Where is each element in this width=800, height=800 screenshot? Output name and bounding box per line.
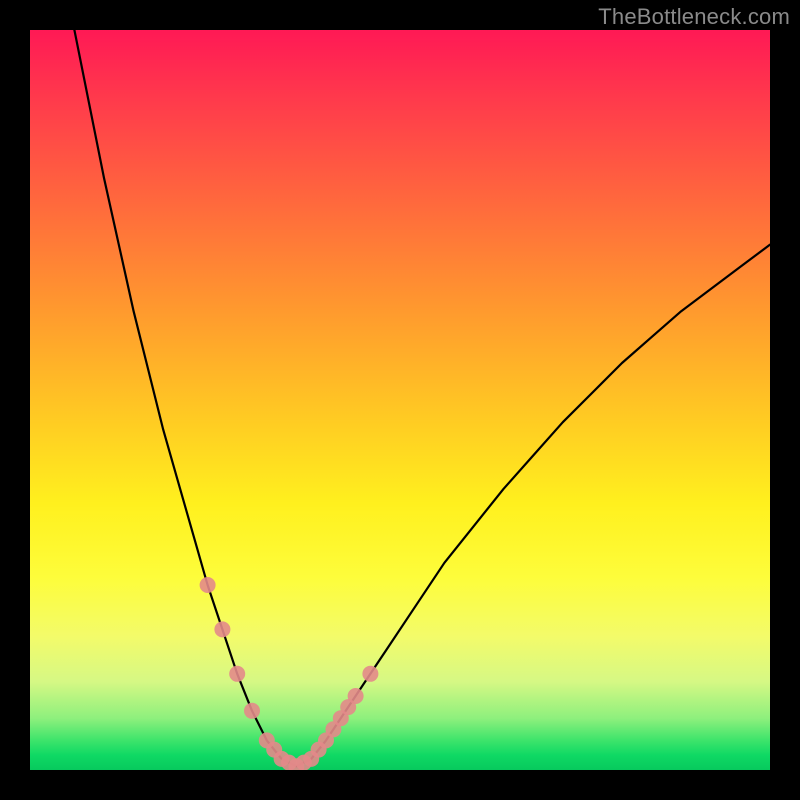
- curve-markers: [200, 577, 379, 770]
- watermark-text: TheBottleneck.com: [598, 4, 790, 30]
- marker-dot: [200, 577, 216, 593]
- plot-area: [30, 30, 770, 770]
- curve-line: [74, 30, 770, 766]
- marker-dot: [362, 666, 378, 682]
- chart-svg: [30, 30, 770, 770]
- chart-frame: TheBottleneck.com: [0, 0, 800, 800]
- marker-dot: [244, 703, 260, 719]
- marker-dot: [348, 688, 364, 704]
- marker-dot: [229, 666, 245, 682]
- marker-dot: [214, 621, 230, 637]
